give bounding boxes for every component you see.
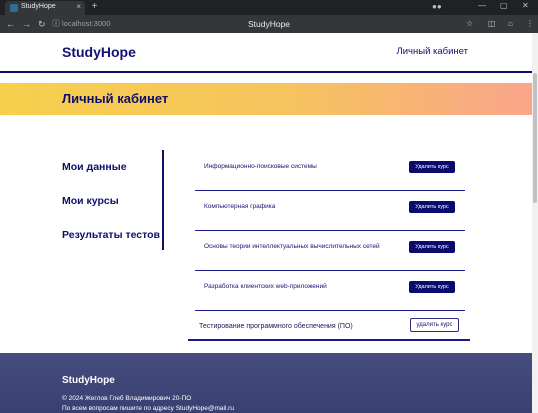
page-banner: Личный кабинет [0, 83, 532, 115]
course-name: Компьютерная графика [204, 203, 276, 210]
browser-tab[interactable]: StudyHope × [5, 1, 85, 15]
account-link[interactable]: Личный кабинет [397, 46, 468, 57]
sidebar-item-my-data[interactable]: Мои данные [62, 161, 127, 173]
site-footer: StudyHope © 2024 Жеглов Глеб Владимирови… [0, 353, 532, 413]
sidebar-item-my-courses[interactable]: Мои курсы [62, 195, 119, 207]
footer-copyright: © 2024 Жеглов Глеб Владимирович 20-ПО [62, 395, 192, 402]
course-row: Разработка клиентских web-приложений Уда… [195, 271, 465, 311]
scrollbar[interactable] [532, 33, 538, 413]
close-window-icon[interactable]: ✕ [522, 1, 529, 10]
scrollbar-thumb[interactable] [533, 73, 537, 203]
delete-course-button[interactable]: удалить курс [410, 318, 459, 332]
address-bar-row: ← → ↻ ⓘ localhost:3000 StudyHope ☆ ◫ ⌂ ⋮ [0, 15, 538, 33]
footer-logo: StudyHope [62, 375, 115, 386]
browser-tab-bar: StudyHope × + — ▢ ✕ ●● [0, 0, 538, 15]
profile-icon[interactable]: ●● [432, 2, 442, 11]
page: StudyHope Личный кабинет Личный кабинет … [0, 33, 532, 413]
window-title: StudyHope [247, 19, 291, 29]
sidebar-divider [162, 150, 164, 250]
course-name: Информационно-поисковые системы [204, 163, 317, 170]
course-name: Тестирование программного обеспечения (П… [199, 323, 353, 330]
delete-course-button[interactable]: Удалить курс [409, 281, 455, 293]
menu-icon[interactable]: ⋮ [526, 18, 534, 30]
course-row: Компьютерная графика Удалить курс [195, 191, 465, 231]
site-header: StudyHope Личный кабинет [0, 33, 532, 73]
sidebar-item-test-results[interactable]: Результаты тестов [62, 229, 160, 241]
new-tab-button[interactable]: + [89, 2, 100, 13]
course-row: Информационно-поисковые системы Удалить … [195, 151, 465, 191]
favicon-icon [10, 4, 18, 12]
page-title: Личный кабинет [62, 91, 169, 106]
tab-title: StudyHope [21, 3, 56, 10]
course-name: Разработка клиентских web-приложений [204, 283, 327, 290]
course-name: Основы теории интеллектуальных вычислите… [204, 243, 380, 250]
close-tab-icon[interactable]: × [76, 2, 81, 11]
course-row: Тестирование программного обеспечения (П… [188, 313, 470, 341]
home-icon[interactable]: ⌂ [508, 18, 513, 30]
delete-course-button[interactable]: Удалить курс [409, 241, 455, 253]
maximize-icon[interactable]: ▢ [500, 1, 508, 10]
footer-contact: По всем вопросам пишите по адресу StudyH… [62, 405, 234, 412]
bookmark-icon[interactable]: ☆ [466, 18, 473, 30]
delete-course-button[interactable]: Удалить курс [409, 161, 455, 173]
delete-course-button[interactable]: Удалить курс [409, 201, 455, 213]
course-row: Основы теории интеллектуальных вычислите… [195, 231, 465, 271]
site-logo[interactable]: StudyHope [62, 44, 136, 60]
extensions-icon[interactable]: ◫ [488, 18, 496, 30]
minimize-icon[interactable]: — [478, 1, 486, 10]
